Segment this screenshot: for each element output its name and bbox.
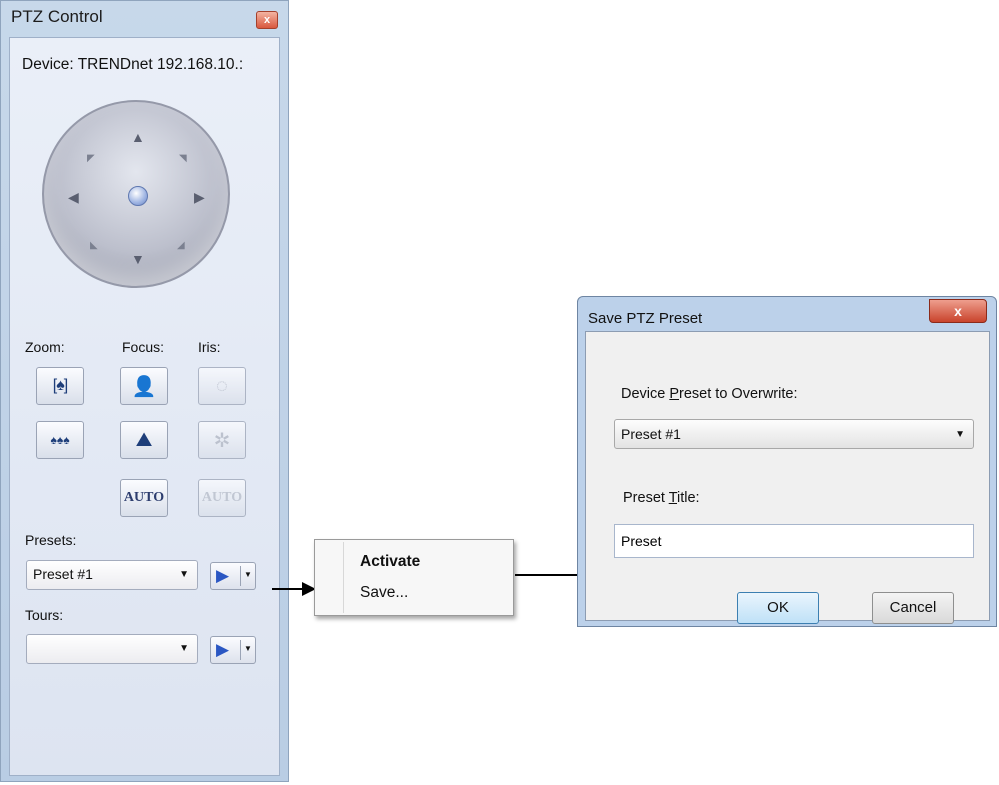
label-accelerator: T [668, 490, 678, 506]
focus-far-button[interactable]: ⛰ [120, 421, 168, 459]
close-icon: x [954, 303, 962, 319]
iris-close-button[interactable]: ✲ [198, 421, 246, 459]
label-text: itle: [677, 490, 700, 506]
menu-icon-gutter [343, 542, 344, 613]
split-separator [240, 640, 241, 660]
chevron-down-icon: ▼ [955, 429, 965, 440]
menu-item-activate[interactable]: Activate [360, 553, 420, 571]
presets-dropdown[interactable]: Preset #1 ▼ [26, 560, 198, 590]
tours-activate-split-button[interactable]: ▶ ▼ [210, 636, 256, 664]
pan-up-left-arrow-icon[interactable]: ◤ [87, 152, 95, 166]
focus-near-button[interactable]: 👤 [120, 367, 168, 405]
presets-selected-value: Preset #1 [33, 566, 93, 582]
iris-open-button[interactable]: ◌ [198, 367, 246, 405]
dialog-title: Save PTZ Preset [588, 310, 703, 327]
chevron-down-icon: ▼ [179, 643, 189, 654]
arrow-line-to-menu [272, 588, 304, 590]
iris-close-icon: ✲ [213, 429, 231, 452]
iris-auto-button[interactable]: AUTO [198, 479, 246, 517]
ptz-control-window: PTZ Control x Device: TRENDnet 192.168.1… [0, 0, 289, 782]
device-label: Device: TRENDnet 192.168.10.: [22, 56, 244, 73]
ok-button[interactable]: OK [737, 592, 819, 624]
label-text: Device [621, 386, 670, 402]
zoom-label: Zoom: [25, 339, 65, 355]
preset-title-label: Preset Title: [623, 490, 700, 506]
presets-label: Presets: [25, 532, 77, 548]
iris-auto-label: AUTO [201, 490, 243, 505]
label-accelerator: P [669, 386, 680, 402]
menu-item-save[interactable]: Save... [360, 584, 408, 602]
preset-context-menu: Activate Save... [314, 539, 514, 616]
chevron-down-icon: ▼ [179, 569, 189, 580]
pan-down-right-arrow-icon[interactable]: ◢ [177, 239, 185, 253]
pan-down-arrow-icon[interactable]: ▼ [131, 252, 145, 266]
dialog-body: Device Preset to Overwrite: Preset #1 ▼ … [585, 331, 990, 624]
pan-right-arrow-icon[interactable]: ▶ [194, 190, 205, 204]
tours-dropdown[interactable]: ▼ [26, 634, 198, 664]
preset-to-overwrite-select[interactable]: Preset #1 ▼ [614, 419, 974, 449]
joystick-center-button[interactable] [128, 186, 148, 206]
zoom-out-icon: ♠♠♠ [50, 433, 70, 447]
ptz-close-button[interactable]: x [256, 11, 278, 29]
pan-up-arrow-icon[interactable]: ▲ [131, 130, 145, 144]
chevron-down-icon[interactable]: ▼ [244, 570, 252, 579]
focus-far-icon: ⛰ [135, 428, 153, 451]
pan-up-right-arrow-icon[interactable]: ◥ [179, 152, 187, 166]
preset-title-input[interactable] [614, 524, 974, 558]
ptz-joystick[interactable]: ▲ ▼ ◀ ▶ ◤ ◥ ◣ ◢ [42, 100, 230, 288]
zoom-in-button[interactable]: [♠] [36, 367, 84, 405]
ptz-window-title: PTZ Control [11, 7, 103, 26]
zoom-in-icon: [♠] [52, 377, 68, 394]
tours-label: Tours: [25, 607, 64, 623]
play-icon[interactable]: ▶ [216, 640, 229, 660]
preset-to-overwrite-label: Device Preset to Overwrite: [621, 386, 797, 402]
focus-auto-button[interactable]: AUTO [120, 479, 168, 517]
ptz-title-bar[interactable]: PTZ Control x [1, 1, 288, 37]
focus-near-icon: 👤 [131, 375, 157, 398]
ptz-panel-body: Device: TRENDnet 192.168.10.: ▲ ▼ ◀ ▶ ◤ … [9, 37, 280, 776]
save-ptz-preset-dialog: Save PTZ Preset x Device Preset to Overw… [577, 296, 997, 627]
dialog-close-button[interactable]: x [929, 299, 987, 323]
presets-activate-split-button[interactable]: ▶ ▼ [210, 562, 256, 590]
zoom-out-button[interactable]: ♠♠♠ [36, 421, 84, 459]
close-icon: x [263, 14, 271, 26]
chevron-down-icon[interactable]: ▼ [244, 644, 252, 653]
focus-label: Focus: [122, 339, 165, 355]
iris-label: Iris: [198, 339, 221, 355]
label-text: Preset [623, 490, 669, 506]
preset-selected-value: Preset #1 [621, 426, 681, 442]
label-text: reset to Overwrite: [679, 386, 798, 402]
pan-down-left-arrow-icon[interactable]: ◣ [90, 239, 98, 253]
split-separator [240, 566, 241, 586]
play-icon[interactable]: ▶ [216, 566, 229, 586]
iris-open-icon: ◌ [216, 374, 228, 397]
pan-left-arrow-icon[interactable]: ◀ [68, 190, 79, 204]
focus-auto-label: AUTO [123, 490, 165, 505]
cancel-button[interactable]: Cancel [872, 592, 954, 624]
